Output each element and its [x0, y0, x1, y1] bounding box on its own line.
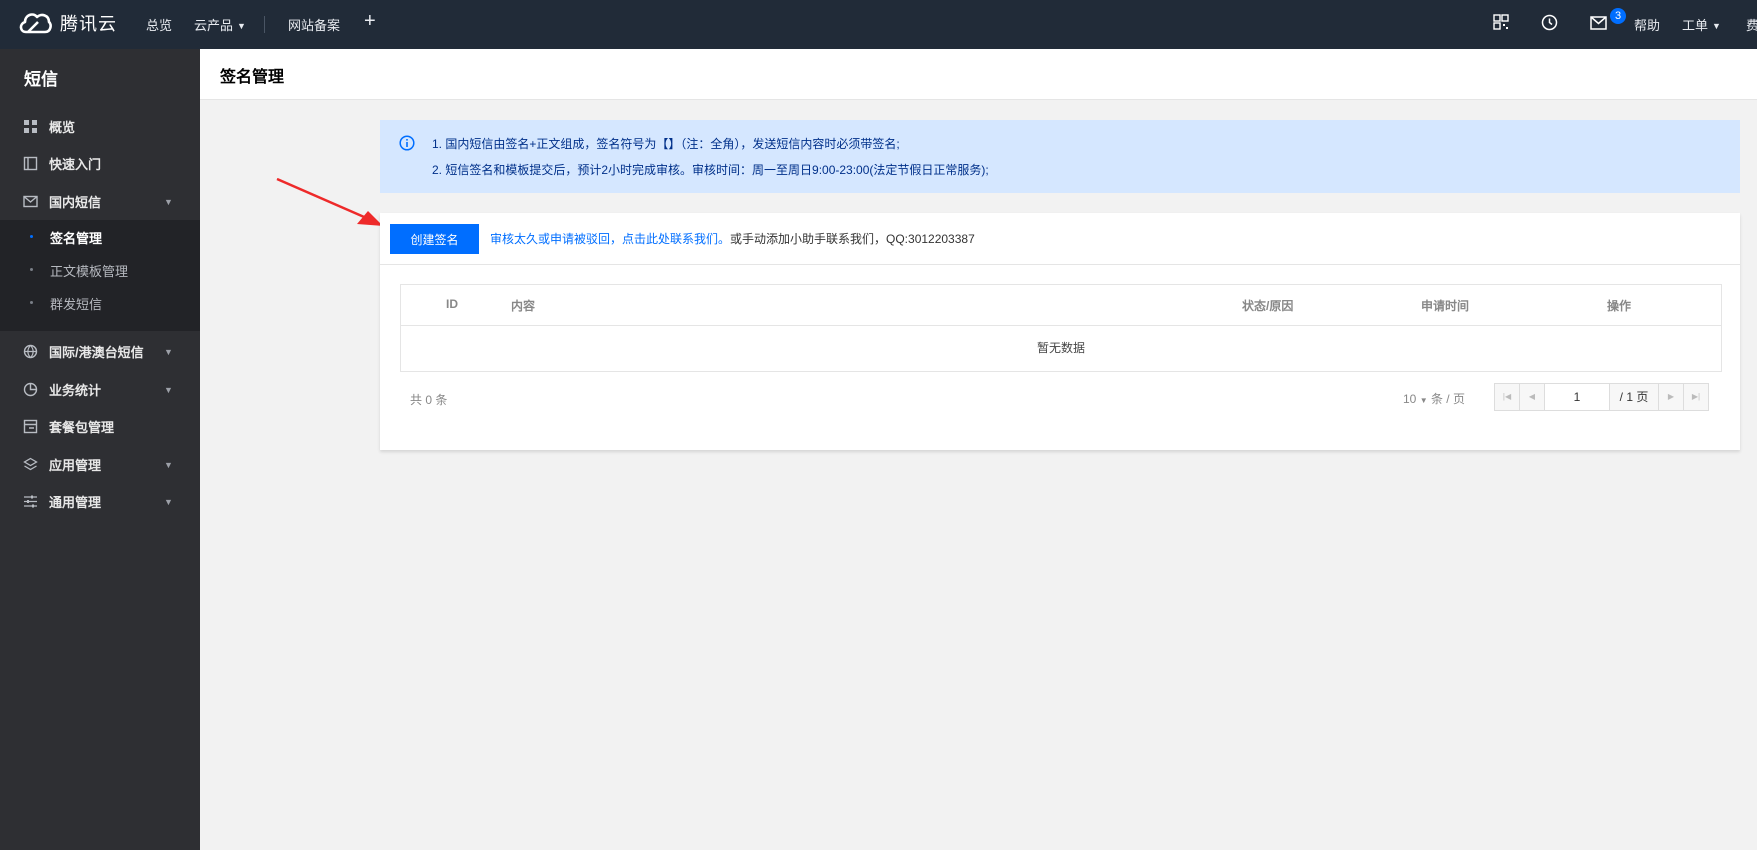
table-header: ID 内容 状态/原因 申请时间 操作 [401, 285, 1721, 326]
top-navigation-bar: 腾讯云 总览 云产品 ▼ 网站备案 + 3 帮助 工单 ▼ 费 [0, 0, 1757, 49]
sidebar-item-international-sms[interactable]: 国际/港澳台短信 ▼ [0, 333, 200, 370]
sidebar-subitem-label: 群发短信 [50, 297, 103, 312]
cloud-logo-icon [19, 13, 52, 34]
mail-count-badge: 3 [1610, 8, 1626, 24]
sidebar-item-label: 国际/港澳台短信 [49, 345, 144, 360]
signature-panel: 创建签名 审核太久或申请被驳回，点击此处联系我们。或手动添加小助手联系我们，QQ… [380, 213, 1740, 450]
chevron-down-icon: ▼ [164, 496, 173, 507]
chevron-down-icon: ▼ [164, 459, 173, 470]
brand-name: 腾讯云 [60, 14, 117, 34]
info-notice: 1. 国内短信由签名+正文组成，签名符号为【】（注：全角），发送短信内容时必须带… [380, 120, 1740, 193]
mail-icon [23, 195, 38, 208]
tencent-cloud-logo[interactable]: 腾讯云 [18, 10, 117, 36]
sidebar-item-label: 快速入门 [49, 157, 102, 172]
pointer-arrow-icon [276, 178, 383, 226]
column-status: 状态/原因 [1242, 299, 1294, 313]
package-icon [23, 419, 38, 434]
globe-icon [23, 344, 38, 359]
chevron-down-icon: ▼ [237, 21, 246, 31]
page-size-select[interactable]: 10 ▼ 条 / 页 [1403, 390, 1465, 407]
nav-overview[interactable]: 总览 [146, 15, 172, 34]
ticket-menu[interactable]: 工单 ▼ [1682, 15, 1721, 34]
sidebar-item-domestic-sms[interactable]: 国内短信 ▼ [0, 183, 200, 220]
first-page-icon[interactable]: |◀ [1495, 384, 1520, 410]
next-page-icon[interactable]: ▶ [1659, 384, 1684, 410]
billing-menu[interactable]: 费 [1746, 15, 1757, 34]
sidebar-item-label: 国内短信 [49, 195, 102, 210]
contact-us-link[interactable]: 审核太久或申请被驳回，点击此处联系我们。 [490, 232, 730, 246]
signature-table: ID 内容 状态/原因 申请时间 操作 暂无数据 [400, 284, 1722, 372]
chevron-down-icon: ▼ [164, 384, 173, 395]
layers-icon [23, 457, 38, 471]
sidebar-title: 短信 [24, 70, 58, 89]
add-shortcut-icon[interactable]: + [364, 11, 376, 31]
ticket-label: 工单 [1682, 18, 1709, 33]
sidebar-item-general[interactable]: 通用管理 ▼ [0, 483, 200, 520]
info-icon [399, 135, 415, 151]
column-actions: 操作 [1607, 299, 1632, 313]
caret-down-icon: ▼ [1419, 396, 1428, 405]
grid-icon [24, 120, 37, 133]
total-count: 共 0 条 [410, 393, 448, 407]
sidebar-item-applications[interactable]: 应用管理 ▼ [0, 446, 200, 483]
sidebar-subitem-label: 签名管理 [50, 231, 103, 246]
sidebar-item-packages[interactable]: 套餐包管理 [0, 408, 200, 445]
mail-icon[interactable] [1590, 16, 1607, 30]
empty-state: 暂无数据 [1036, 341, 1085, 355]
nav-icp-filing[interactable]: 网站备案 [288, 15, 340, 34]
sidebar-subitem-label: 正文模板管理 [50, 264, 129, 279]
book-icon [23, 156, 38, 171]
contact-tip-text: 或手动添加小助手联系我们，QQ:3012203387 [730, 232, 975, 246]
page-number-input[interactable] [1545, 384, 1610, 410]
bullet-dot [30, 268, 33, 271]
column-id: ID [446, 297, 458, 311]
sidebar-subitem-signature[interactable]: 签名管理 [0, 220, 200, 253]
sidebar-subitem-templates[interactable]: 正文模板管理 [0, 253, 200, 286]
chevron-down-icon: ▼ [164, 346, 173, 357]
page-header: 签名管理 [200, 49, 1757, 100]
notice-line-2: 2. 短信签名和模板提交后，预计2小时完成审核。审核时间：周一至周日9:00-2… [432, 163, 989, 177]
prev-page-icon[interactable]: ◀ [1520, 384, 1545, 410]
bullet-dot [30, 301, 33, 304]
sidebar-item-quickstart[interactable]: 快速入门 [0, 145, 200, 182]
clock-icon[interactable] [1541, 14, 1558, 31]
qrcode-icon[interactable] [1493, 14, 1509, 30]
nav-divider [264, 16, 265, 33]
page-title: 签名管理 [220, 69, 285, 86]
sidebar-subitem-bulk-sms[interactable]: 群发短信 [0, 286, 200, 319]
page-size-unit: 条 / 页 [1430, 392, 1465, 406]
notice-line-1: 1. 国内短信由签名+正文组成，签名符号为【】（注：全角），发送短信内容时必须带… [432, 137, 900, 151]
create-signature-button[interactable]: 创建签名 [390, 224, 479, 254]
sidebar-item-label: 概览 [49, 120, 76, 135]
nav-products-label: 云产品 [194, 18, 234, 33]
pagination: |◀ ◀ / 1 页 ▶ ▶| [1494, 383, 1709, 411]
chevron-down-icon: ▼ [164, 196, 173, 207]
sliders-icon [24, 495, 37, 508]
nav-products[interactable]: 云产品 ▼ [194, 15, 246, 34]
column-content: 内容 [511, 299, 536, 313]
contact-tip: 审核太久或申请被驳回，点击此处联系我们。或手动添加小助手联系我们，QQ:3012… [490, 230, 975, 247]
page-size-value: 10 [1403, 392, 1417, 406]
sidebar-item-overview[interactable]: 概览 [0, 108, 200, 145]
help-link[interactable]: 帮助 [1634, 15, 1660, 34]
sidebar-item-statistics[interactable]: 业务统计 ▼ [0, 371, 200, 408]
toolbar: 创建签名 审核太久或申请被驳回，点击此处联系我们。或手动添加小助手联系我们，QQ… [380, 213, 1740, 265]
sidebar-item-label: 业务统计 [49, 383, 102, 398]
sidebar-item-label: 应用管理 [49, 458, 102, 473]
sidebar-item-label: 套餐包管理 [49, 420, 115, 435]
total-pages: / 1 页 [1610, 384, 1659, 410]
chevron-down-icon: ▼ [1712, 21, 1721, 31]
active-dot [30, 235, 33, 238]
pie-chart-icon [23, 382, 38, 397]
column-apply-time: 申请时间 [1421, 299, 1470, 313]
last-page-icon[interactable]: ▶| [1684, 384, 1708, 410]
sidebar-item-label: 通用管理 [49, 495, 102, 510]
sidebar: 短信 概览 快速入门 国内短信 ▼ 签名管理 正文模板管理 群发短信 国际/港澳… [0, 49, 200, 850]
